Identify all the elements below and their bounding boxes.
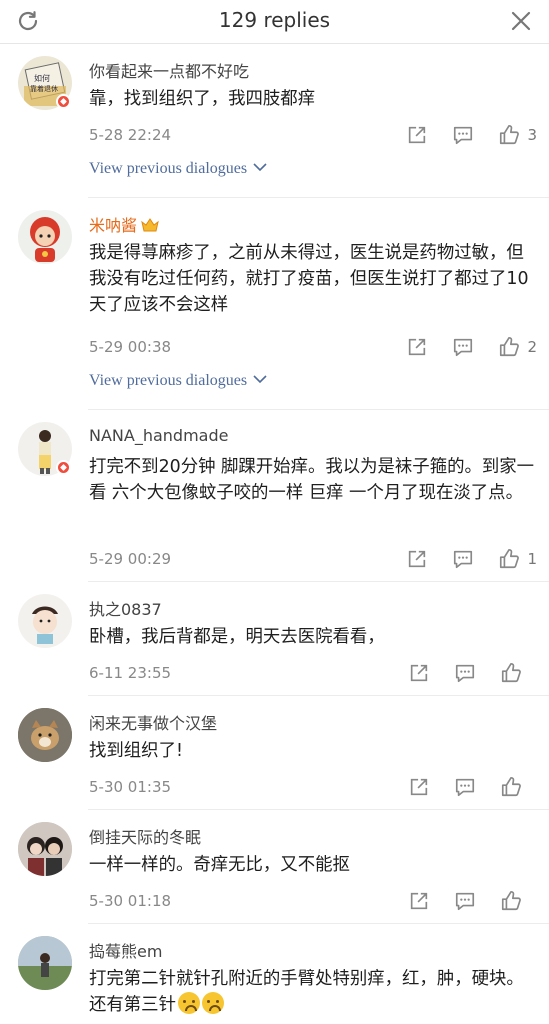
like-button[interactable] [499,776,537,798]
chevron-down-icon [253,163,267,172]
verified-badge [56,94,71,109]
close-icon[interactable] [509,9,533,33]
thumbs-up-icon[interactable] [497,336,521,358]
username[interactable]: 执之0837 [89,596,162,620]
comment-icon[interactable] [453,776,477,798]
replies-header: 129 replies [0,0,549,44]
page-title: 129 replies [218,8,331,32]
view-previous-dialogues-link[interactable]: View previous dialogues [89,372,267,390]
like-button[interactable]: 3 [497,124,537,146]
comment-icon[interactable] [451,548,475,570]
comment-item: 倒挂天际的冬眠 一样一样的。奇痒无比，又不能抠 5-30 01:18 [0,810,549,924]
comment-text: 靠，找到组织了，我四肢都痒 [89,89,316,109]
comment-actions [407,775,537,799]
comment-text: 找到组织了! [89,741,183,761]
comment-item: 捣莓熊em 打完第二针就针孔附近的手臂处特别痒，红，肿，硬块。还有第三针 [0,924,549,1024]
thumbs-up-icon[interactable] [499,890,523,912]
like-count: 1 [527,550,537,568]
comment-text: 打完不到20分钟 脚踝开始痒。我以为是袜子箍的。到家一看 六个大包像蚊子咬的一样… [89,457,535,503]
comment-actions: 1 [405,547,537,571]
like-button[interactable] [499,890,537,912]
comment-icon[interactable] [451,124,475,146]
like-button[interactable]: 2 [497,336,537,358]
timestamp: 5-29 00:29 [89,550,172,568]
thumbs-up-icon[interactable] [499,776,523,798]
avatar[interactable] [18,708,72,762]
avatar[interactable] [18,210,72,264]
timestamp: 6-11 23:55 [89,664,172,682]
timestamp: 5-28 22:24 [89,126,172,144]
svg-text:靠着退休: 靠着退休 [30,84,58,93]
comment-item: NANA_handmade 打完不到20分钟 脚踝开始痒。我以为是袜子箍的。到家… [0,410,549,582]
avatar[interactable] [18,822,72,876]
username[interactable]: 闲来无事做个汉堡 [89,710,217,734]
comment-actions: 2 [405,335,537,359]
verified-badge [56,460,71,475]
crown-icon [141,218,159,232]
like-count: 3 [527,126,537,144]
like-button[interactable]: 1 [497,548,537,570]
share-icon[interactable] [407,662,431,684]
username[interactable]: 倒挂天际的冬眠 [89,824,201,848]
share-icon[interactable] [407,890,431,912]
thumbs-up-icon[interactable] [497,548,521,570]
like-button[interactable] [499,662,537,684]
username[interactable]: 米呐酱 [89,212,159,236]
like-count: 2 [527,338,537,356]
comment-icon[interactable] [453,662,477,684]
svg-text:如何: 如何 [34,73,50,83]
comment-item: 米呐酱 我是得荨麻疹了，之前从未得过，医生说是药物过敏，但我没有吃过任何药，就打… [0,198,549,410]
avatar[interactable] [18,594,72,648]
chevron-down-icon [253,375,267,384]
timestamp: 5-29 00:38 [89,338,172,356]
share-icon[interactable] [405,336,429,358]
view-previous-dialogues-link[interactable]: View previous dialogues [89,160,267,178]
comment-text-content: 打完第二针就针孔附近的手臂处特别痒，红，肿，硬块。还有第三针 [89,969,524,1015]
thumbs-up-icon[interactable] [499,662,523,684]
comment-item: 执之0837 卧槽，我后背都是，明天去医院看看， 6-11 23:55 [0,582,549,696]
avatar[interactable] [18,936,72,990]
view-previous-label: View previous dialogues [89,160,248,177]
sad-face-emoji [201,992,224,1014]
view-previous-label: View previous dialogues [89,372,248,389]
comment-text: 卧槽，我后背都是，明天去医院看看， [89,627,385,647]
username[interactable]: 捣莓熊em [89,938,162,962]
share-icon[interactable] [405,124,429,146]
thumbs-up-icon[interactable] [497,124,521,146]
username[interactable]: 你看起来一点都不好吃 [89,58,249,82]
comment-actions [407,661,537,685]
comment-actions: 3 [405,123,537,147]
timestamp: 5-30 01:35 [89,778,172,796]
comment-text: 一样一样的。奇痒无比，又不能抠 [89,855,350,875]
comment-item: 闲来无事做个汉堡 找到组织了! 5-30 01:35 [0,696,549,810]
comment-icon[interactable] [453,890,477,912]
sad-face-emoji [177,992,200,1014]
comment-text: 打完第二针就针孔附近的手臂处特别痒，红，肿，硬块。还有第三针 [89,966,535,1018]
comment-icon[interactable] [451,336,475,358]
timestamp: 5-30 01:18 [89,892,172,910]
comment-item: 如何 靠着退休 你看起来一点都不好吃 靠，找到组织了，我四肢都痒 5-28 22… [0,44,549,198]
comment-text: 我是得荨麻疹了，之前从未得过，医生说是药物过敏，但我没有吃过任何药，就打了疫苗，… [89,243,529,315]
share-icon[interactable] [405,548,429,570]
username[interactable]: NANA_handmade [89,426,228,445]
username-text: 米呐酱 [89,216,138,235]
comment-actions [407,889,537,913]
share-icon[interactable] [407,776,431,798]
